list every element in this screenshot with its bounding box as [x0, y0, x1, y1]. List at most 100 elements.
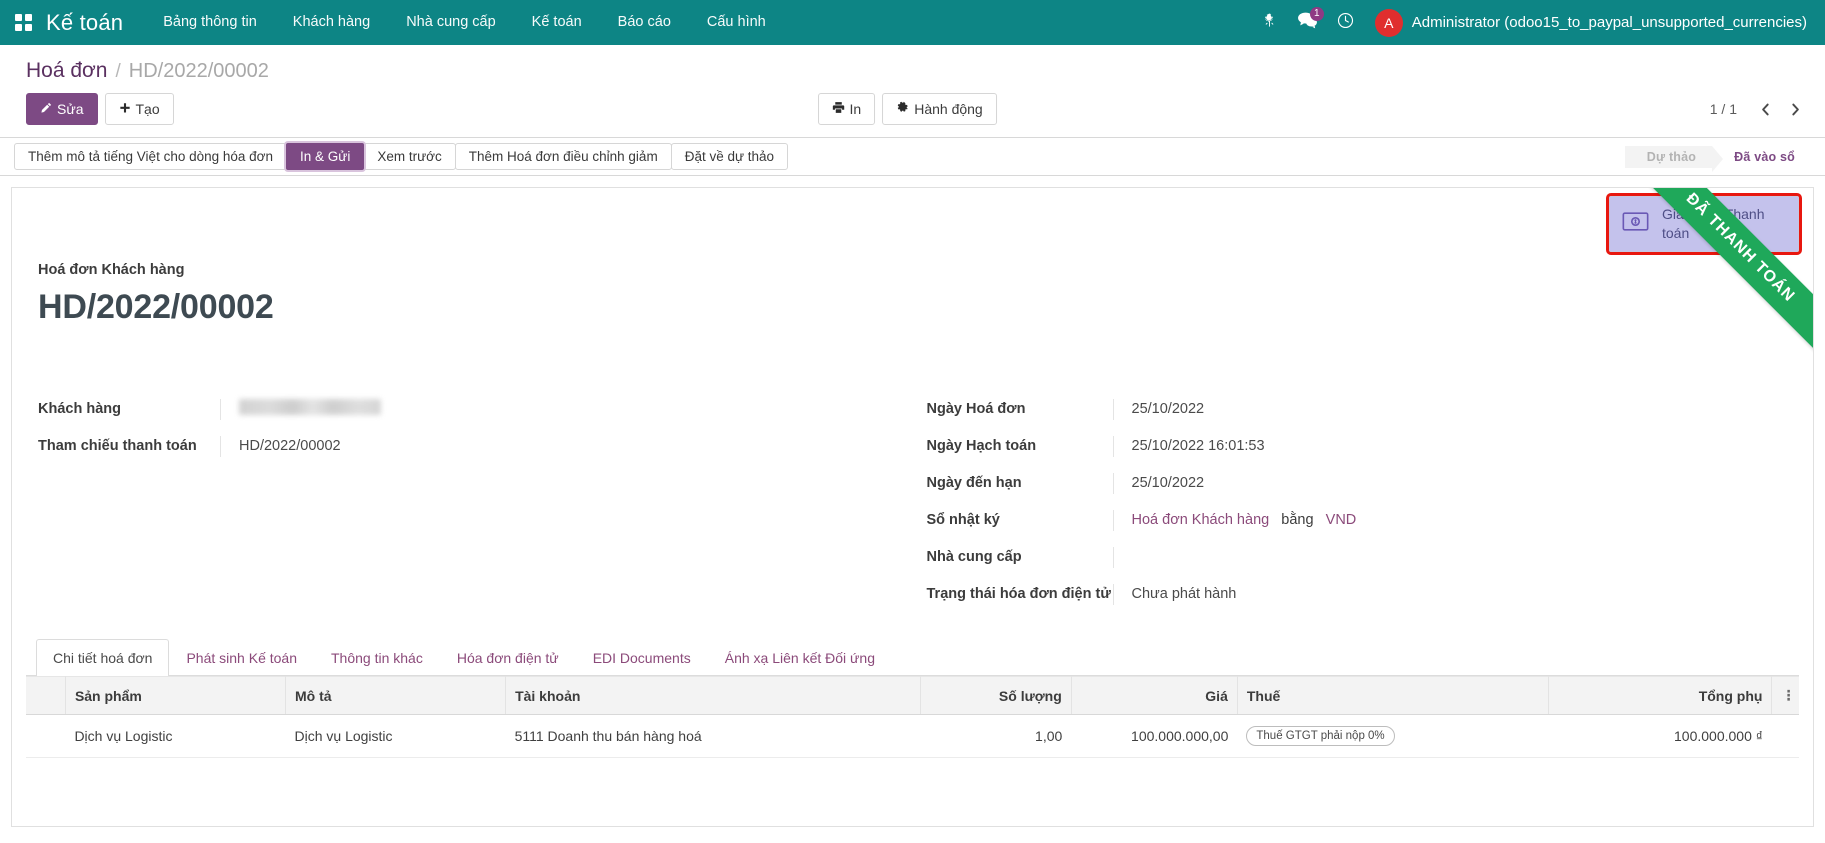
add-credit-note-button[interactable]: Thêm Hoá đơn điều chỉnh giảm [455, 143, 672, 170]
tab-journal-items[interactable]: Phát sinh Kế toán [169, 639, 314, 676]
create-button[interactable]: Tạo [105, 93, 174, 125]
activity-menu-button[interactable] [1327, 0, 1365, 45]
avatar: A [1375, 9, 1403, 37]
payment-transactions-label: Giao dịch Thanh toán [1662, 205, 1782, 243]
field-journal-conjunction: bằng [1281, 512, 1313, 528]
header-quantity[interactable]: Số lượng [921, 677, 1072, 715]
breadcrumb-current: HD/2022/00002 [129, 60, 269, 83]
header-subtotal[interactable]: Tổng phụ [1549, 677, 1772, 715]
main-menu: Bảng thông tin Khách hàng Nhà cung cấp K… [145, 0, 784, 45]
print-button[interactable]: In [818, 93, 876, 125]
messaging-menu-button[interactable]: 1 [1289, 0, 1327, 45]
plus-icon [119, 100, 131, 118]
edit-button[interactable]: Sửa [26, 93, 98, 125]
menu-item-vendors[interactable]: Nhà cung cấp [388, 0, 513, 45]
cell-product[interactable]: Dịch vụ Logistic [65, 715, 285, 758]
document-type-label: Hoá đơn Khách hàng [38, 262, 1787, 278]
edit-button-label: Sửa [57, 100, 84, 118]
menu-item-accounting[interactable]: Kế toán [514, 0, 600, 45]
cell-account[interactable]: 5111 Doanh thu bán hàng hoá [506, 715, 921, 758]
header-price[interactable]: Giá [1071, 677, 1237, 715]
tab-reconcile-mapping[interactable]: Ánh xạ Liên kết Đối ứng [708, 639, 892, 676]
redacted-customer-name [239, 399, 381, 415]
table-row[interactable]: Dịch vụ Logistic Dịch vụ Logistic 5111 D… [26, 715, 1799, 758]
form-columns: Khách hàng Tham chiếu thanh toán HD/2022… [38, 399, 1787, 631]
menu-item-configuration[interactable]: Cấu hình [689, 0, 784, 45]
statusbar-buttons: Thêm mô tả tiếng Việt cho dòng hóa đơn I… [14, 143, 787, 170]
app-brand[interactable]: Kế toán [46, 10, 123, 36]
action-button-label: Hành động [914, 100, 983, 118]
pager-counter: 1 / 1 [1710, 101, 1737, 117]
cell-description[interactable]: Dịch vụ Logistic [286, 715, 506, 758]
create-button-label: Tạo [136, 100, 160, 118]
field-due-date-label: Ngày đến hạn [927, 473, 1113, 494]
tab-other-info[interactable]: Thông tin khác [314, 639, 440, 676]
print-and-send-button[interactable]: In & Gửi [286, 143, 364, 170]
breadcrumb-root[interactable]: Hoá đơn [26, 59, 108, 83]
header-tax[interactable]: Thuế [1237, 677, 1548, 715]
record-sheet: ĐÃ THANH TOÁN Giao dịch Thanh toán Hoá đ… [11, 187, 1814, 827]
preview-button[interactable]: Xem trước [363, 143, 455, 170]
cell-options [1772, 715, 1799, 758]
field-vendor: Nhà cung cấp [927, 547, 1788, 569]
status-stage-draft[interactable]: Dự thảo [1625, 146, 1712, 168]
cell-tax[interactable]: Thuế GTGT phải nộp 0% [1237, 715, 1548, 758]
cell-price[interactable]: 100.000.000,00 [1071, 715, 1237, 758]
field-invoice-date: Ngày Hoá đơn 25/10/2022 [927, 399, 1788, 421]
field-payment-reference-value[interactable]: HD/2022/00002 [220, 436, 889, 457]
control-panel-buttons: Sửa Tạo In [0, 83, 1825, 137]
field-invoice-date-value[interactable]: 25/10/2022 [1113, 399, 1788, 420]
field-journal: Sổ nhật ký Hoá đơn Khách hàng bằng VND [927, 510, 1788, 532]
clock-icon [1337, 12, 1354, 34]
top-navbar: Kế toán Bảng thông tin Khách hàng Nhà cu… [0, 0, 1825, 45]
apps-grid-icon [15, 14, 32, 31]
field-accounting-date-value[interactable]: 25/10/2022 16:01:53 [1113, 436, 1788, 457]
field-customer-value[interactable] [220, 399, 889, 420]
cell-drag-handle[interactable] [26, 715, 65, 758]
user-menu[interactable]: A Administrator (odoo15_to_paypal_unsupp… [1365, 0, 1811, 45]
field-journal-currency: VND [1326, 512, 1357, 528]
tab-invoice-lines[interactable]: Chi tiết hoá đơn [36, 639, 169, 676]
pencil-icon [40, 100, 52, 118]
field-due-date-value[interactable]: 25/10/2022 [1113, 473, 1788, 494]
vertical-dots-icon: ⋮ [1781, 687, 1795, 703]
pager-previous-button[interactable] [1751, 95, 1779, 123]
page-title: HD/2022/00002 [38, 288, 1787, 327]
apps-menu-toggle[interactable] [0, 0, 46, 45]
header-product[interactable]: Sản phẩm [65, 677, 285, 715]
status-bar: Thêm mô tả tiếng Việt cho dòng hóa đơn I… [0, 138, 1825, 176]
field-invoice-date-label: Ngày Hoá đơn [927, 399, 1113, 420]
record-actions-center: In Hành động [818, 93, 997, 125]
menu-item-reporting[interactable]: Báo cáo [600, 0, 689, 45]
add-vietnamese-description-button[interactable]: Thêm mô tả tiếng Việt cho dòng hóa đơn [14, 143, 287, 170]
form-view: ĐÃ THANH TOÁN Giao dịch Thanh toán Hoá đ… [0, 187, 1825, 827]
pager-next-button[interactable] [1781, 95, 1809, 123]
field-einvoice-status-value[interactable]: Chưa phát hành [1113, 584, 1788, 605]
field-einvoice-status: Trạng thái hóa đơn điện tử Chưa phát hàn… [927, 584, 1788, 606]
tab-einvoice[interactable]: Hóa đơn điện tử [440, 639, 576, 676]
notebook-tabs: Chi tiết hoá đơn Phát sinh Kế toán Thông… [26, 639, 1799, 676]
field-vendor-value[interactable] [1113, 547, 1788, 568]
tax-badge: Thuế GTGT phải nộp 0% [1246, 726, 1394, 746]
cell-subtotal: 100.000.000 ₫ [1549, 715, 1772, 758]
optional-columns-button[interactable]: ⋮ [1772, 677, 1799, 715]
debug-menu-button[interactable] [1251, 0, 1289, 45]
stat-buttons-area: Giao dịch Thanh toán [12, 188, 1813, 252]
reset-to-draft-button[interactable]: Đặt về dự thảo [671, 143, 788, 170]
status-stage-posted[interactable]: Đã vào sổ [1712, 146, 1811, 168]
field-journal-label: Sổ nhật ký [927, 510, 1113, 531]
tab-edi-documents[interactable]: EDI Documents [576, 639, 708, 676]
menu-item-dashboard[interactable]: Bảng thông tin [145, 0, 275, 45]
field-journal-value[interactable]: Hoá đơn Khách hàng bằng VND [1113, 510, 1788, 531]
header-description[interactable]: Mô tả [286, 677, 506, 715]
breadcrumb-separator: / [116, 61, 121, 83]
header-account[interactable]: Tài khoản [506, 677, 921, 715]
sheet-body: Hoá đơn Khách hàng HD/2022/00002 Khách h… [12, 262, 1813, 631]
header-drag-handle [26, 677, 65, 715]
field-accounting-date: Ngày Hạch toán 25/10/2022 16:01:53 [927, 436, 1788, 458]
action-button[interactable]: Hành động [882, 93, 997, 125]
menu-item-customers[interactable]: Khách hàng [275, 0, 388, 45]
cell-quantity[interactable]: 1,00 [921, 715, 1072, 758]
payment-transactions-stat-button[interactable]: Giao dịch Thanh toán [1609, 196, 1799, 252]
field-payment-reference: Tham chiếu thanh toán HD/2022/00002 [38, 436, 889, 458]
